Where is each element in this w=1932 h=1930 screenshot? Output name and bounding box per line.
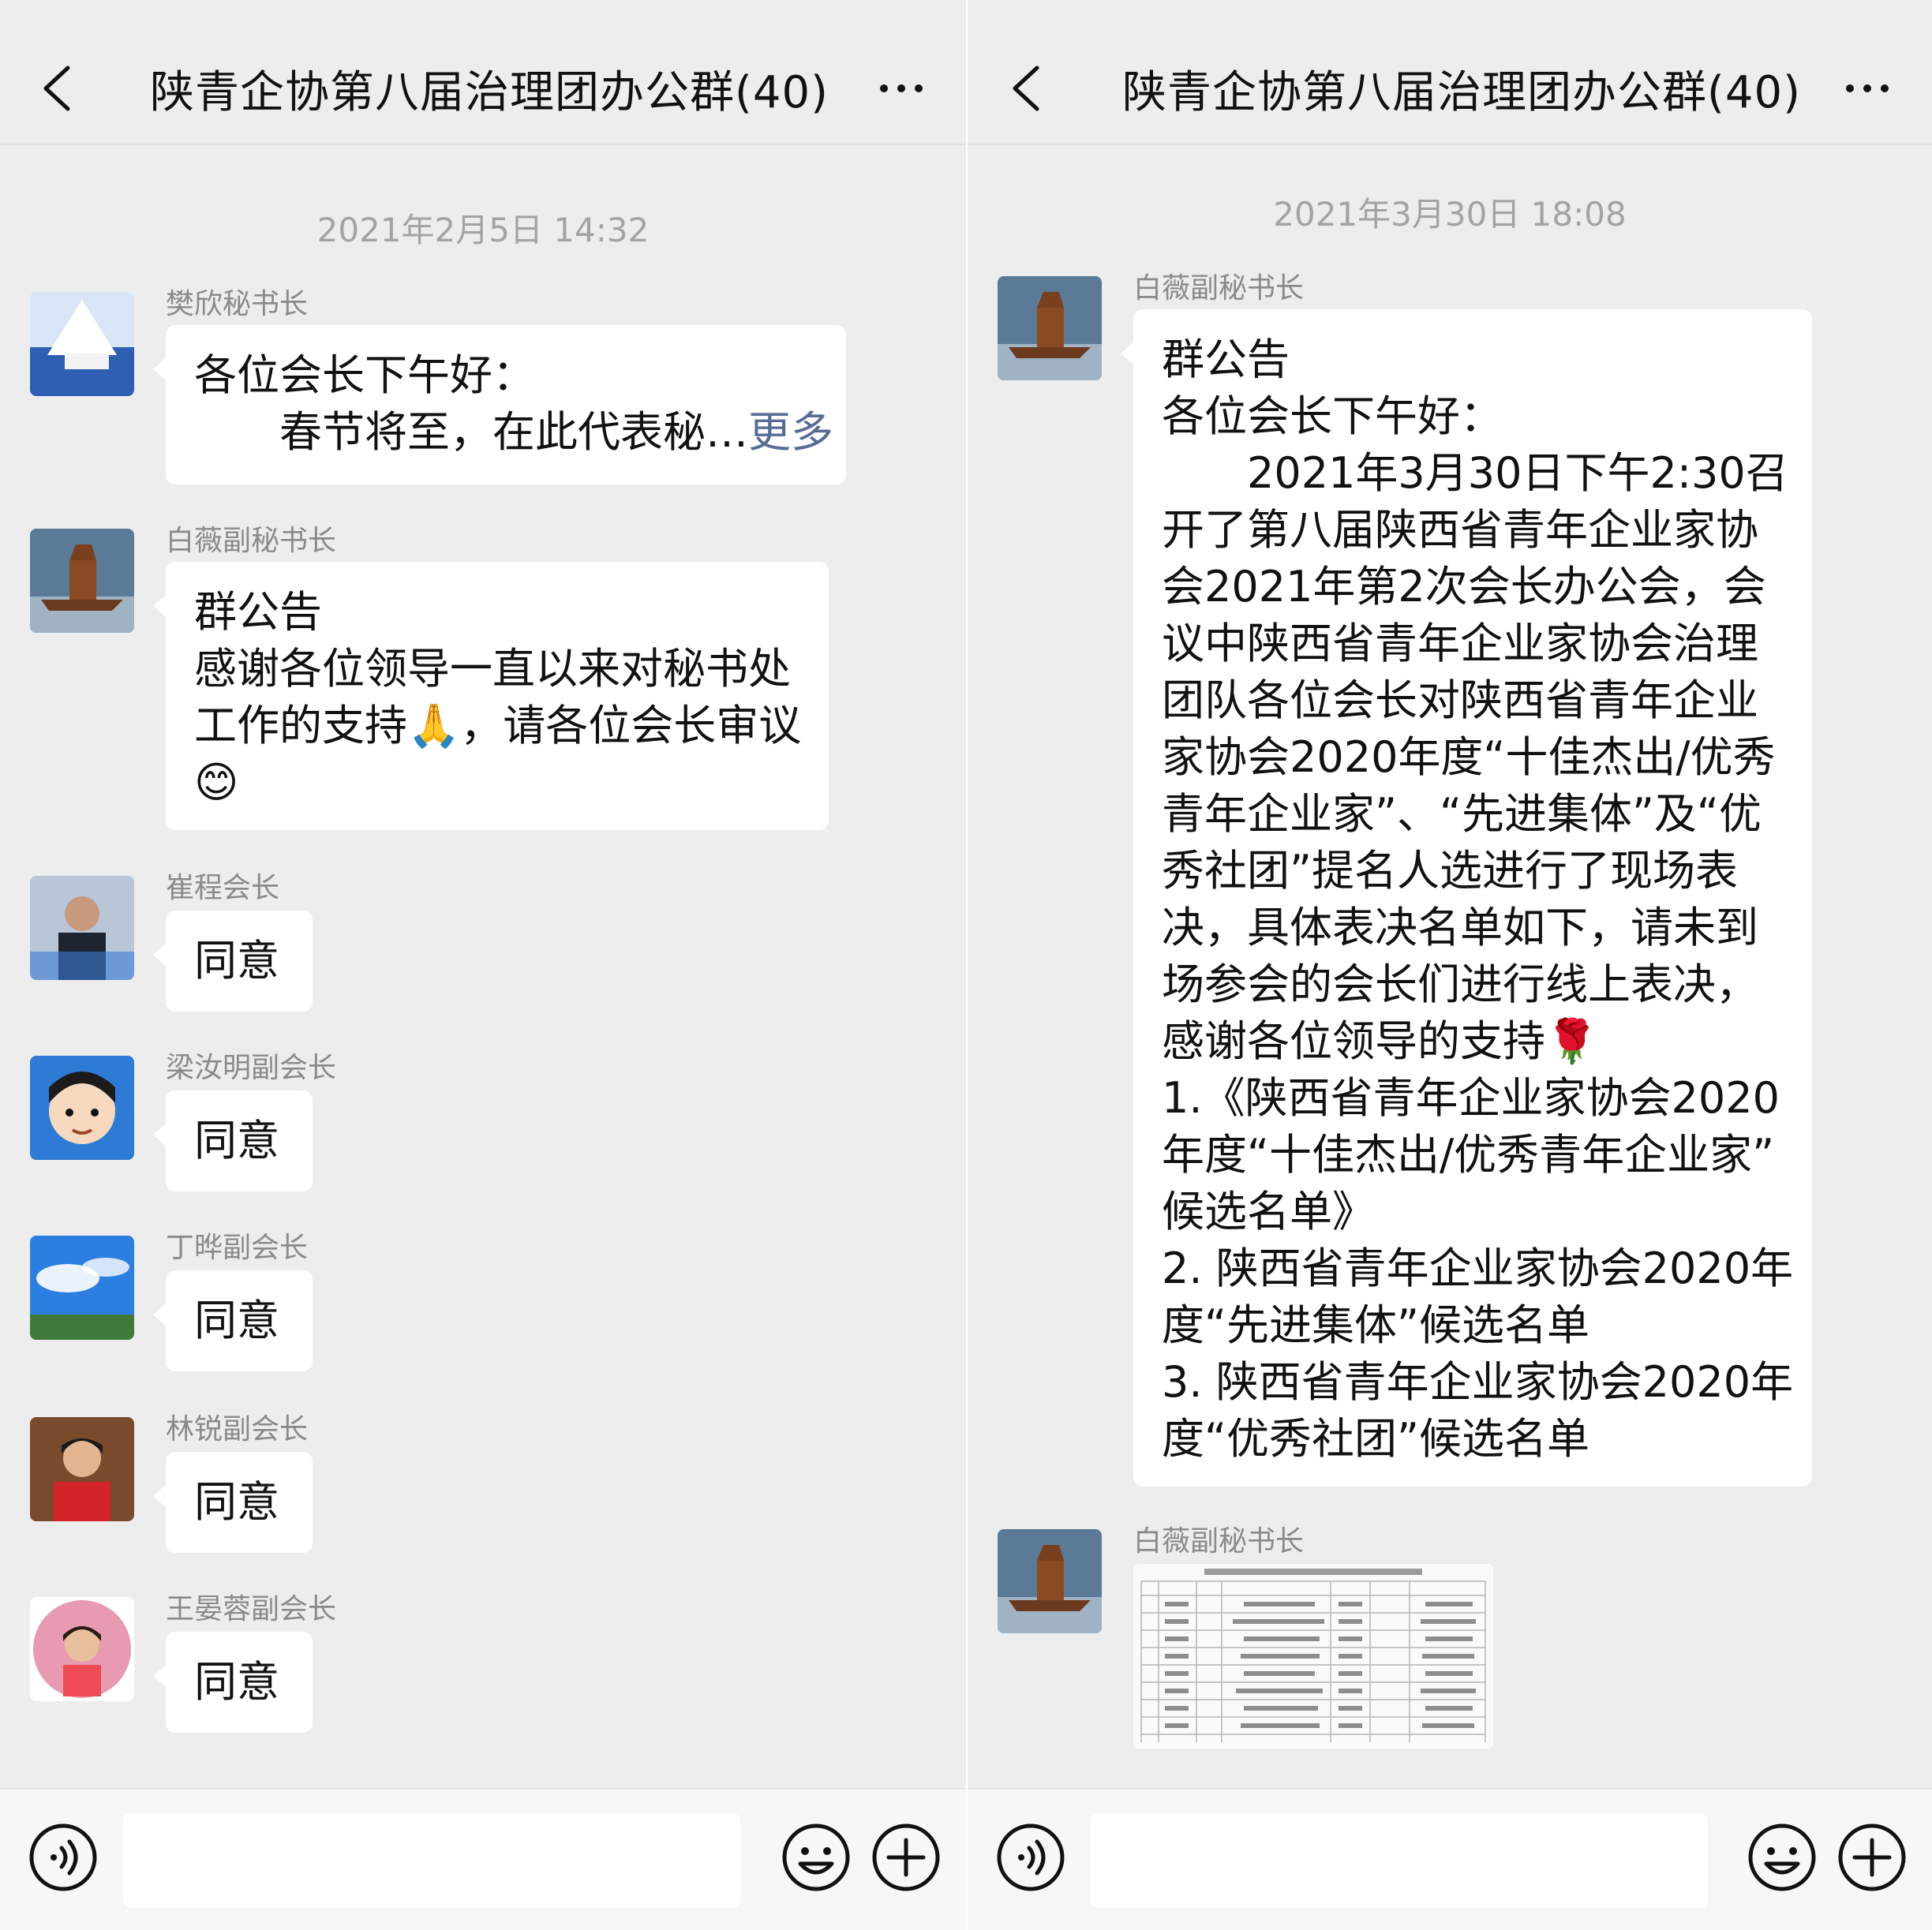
document-image-message[interactable]	[1133, 1564, 1493, 1749]
message-line: 年度“十佳杰出/优秀青年企业家”	[1162, 1130, 1775, 1180]
message-bubble[interactable]: 同意	[153, 1090, 313, 1191]
more-dots-icon[interactable]	[1844, 79, 1891, 98]
avatar-liangruming[interactable]	[30, 1056, 134, 1160]
message-timestamp: 2021年2月5日 14:32	[316, 211, 650, 249]
message-bubble[interactable]: 同意	[153, 1270, 313, 1371]
message-line: 春节将至，在此代表秘…	[194, 407, 748, 457]
ship-avatar	[30, 529, 134, 633]
message-line: 议中陕西省青年企业家协会治理	[1162, 619, 1758, 668]
ship-avatar	[998, 276, 1102, 380]
chat-header: 陕青企协第八届治理团办公群(40)	[0, 0, 966, 145]
emoji-icon[interactable]	[780, 1821, 852, 1894]
sender-name: 王晏蓉副会长	[166, 1593, 337, 1625]
crowd-photo-avatar	[30, 876, 134, 980]
message-line: 各位会长下午好：	[194, 350, 535, 400]
input-bar	[0, 1788, 966, 1930]
message-bubble[interactable]: 同意	[153, 1632, 313, 1733]
message-input[interactable]	[1091, 1813, 1708, 1908]
message-timestamp: 2021年3月30日 18:08	[1273, 195, 1627, 234]
emoji-icon[interactable]	[1746, 1821, 1818, 1894]
message-line: 青年企业家”、“先进集体”及“优	[1162, 789, 1762, 839]
message-bubble[interactable]: 同意	[153, 1452, 313, 1553]
chevron-left-icon[interactable]	[36, 63, 77, 114]
woman-flowers-avatar	[30, 1597, 134, 1701]
input-bar	[968, 1788, 1932, 1930]
message-bubble[interactable]: 群公告 感谢各位领导一直以来对秘书处 工作的支持🙏，请各位会长审议 😊	[153, 562, 829, 830]
voice-icon[interactable]	[27, 1821, 99, 1894]
message-bubble[interactable]: 同意	[153, 911, 313, 1012]
message-line: 各位会长下午好：	[1162, 391, 1503, 441]
chevron-left-icon[interactable]	[1005, 63, 1046, 114]
message-line: 家协会2020年度“十佳杰出/优秀	[1162, 732, 1776, 782]
avatar-dingye[interactable]	[30, 1236, 134, 1340]
sender-name: 林锐副会长	[166, 1413, 309, 1446]
sender-name: 丁晔副会长	[166, 1232, 309, 1264]
document-table-thumbnail	[1133, 1564, 1493, 1749]
message-bubble[interactable]: 各位会长下午好： 春节将至，在此代表秘…更多	[153, 325, 846, 484]
expand-more-link[interactable]: 更多	[748, 407, 833, 457]
chat-header: 陕青企协第八届治理团办公群(40)	[968, 0, 1932, 145]
message-line: 1.《陕西省青年企业家协会2020	[1162, 1073, 1780, 1123]
message-line: 工作的支持🙏，请各位会长审议	[194, 701, 802, 750]
message-line: 场参会的会长们进行线上表决，	[1162, 959, 1758, 1009]
announcement-bubble[interactable]: 群公告 各位会长下午好： 2021年3月30日下午2:30召 开了第八届陕西省青…	[1121, 309, 1812, 1487]
ship-avatar	[998, 1529, 1102, 1633]
avatar-linrui[interactable]	[30, 1417, 134, 1521]
message-line: 决，具体表决名单如下，请未到	[1162, 903, 1758, 952]
sender-name: 梁汝明副会长	[166, 1052, 337, 1084]
avatar-fanxin[interactable]	[30, 292, 134, 396]
plus-icon[interactable]	[870, 1821, 942, 1894]
message-line: 同意	[194, 1477, 279, 1527]
message-line: 2. 陕西省青年企业家协会2020年	[1162, 1244, 1794, 1293]
message-input[interactable]	[123, 1813, 740, 1908]
message-line: 候选名单》	[1162, 1187, 1375, 1236]
avatar-baiwei[interactable]	[998, 1529, 1102, 1633]
chat-title: 陕青企协第八届治理团办公群(40)	[1122, 67, 1801, 118]
message-line: 3. 陕西省青年企业家协会2020年	[1162, 1357, 1794, 1407]
avatar-baiwei[interactable]	[30, 529, 134, 633]
chat-title: 陕青企协第八届治理团办公群(40)	[150, 67, 829, 118]
message-line: 团队各位会长对陕西省青年企业	[1162, 675, 1758, 725]
association-stage-avatar	[30, 292, 134, 396]
message-line: 群公告	[194, 587, 322, 637]
avatar-cuicheng[interactable]	[30, 876, 134, 980]
sender-name: 崔程会长	[166, 872, 280, 904]
message-line: 同意	[194, 936, 279, 986]
message-line: 会2021年第2次会长办公会，会	[1162, 562, 1766, 612]
voice-icon[interactable]	[994, 1821, 1067, 1894]
message-line: 秀社团”提名人选进行了现场表	[1162, 846, 1738, 896]
plus-icon[interactable]	[1836, 1821, 1908, 1894]
message-line: 同意	[194, 1296, 279, 1345]
girl-photo-avatar	[30, 1417, 134, 1521]
cartoon-man-avatar	[30, 1056, 134, 1160]
message-line: 度“优秀社团”候选名单	[1162, 1414, 1589, 1464]
avatar-wangyanrong[interactable]	[30, 1597, 134, 1701]
sky-landscape-avatar	[30, 1236, 134, 1340]
message-line: 度“先进集体”候选名单	[1162, 1300, 1589, 1350]
message-line: 同意	[194, 1657, 279, 1707]
message-line: 开了第八届陕西省青年企业家协	[1162, 505, 1758, 555]
sender-name: 白薇副秘书长	[166, 525, 337, 557]
sender-name: 白薇副秘书长	[1133, 1525, 1305, 1558]
more-dots-icon[interactable]	[878, 79, 925, 98]
message-line: 感谢各位领导一直以来对秘书处	[194, 644, 791, 694]
message-line: 😊	[194, 757, 239, 807]
message-line: 感谢各位领导的支持🌹	[1162, 1016, 1599, 1066]
message-line: 群公告	[1162, 335, 1290, 384]
message-line: 2021年3月30日下午2:30召	[1162, 448, 1788, 498]
sender-name: 樊欣秘书长	[166, 288, 309, 320]
avatar-baiwei[interactable]	[998, 276, 1102, 380]
sender-name: 白薇副秘书长	[1133, 272, 1305, 305]
chat-pane-left: 陕青企协第八届治理团办公群(40) 2021年2月5日 14:32 樊欣秘书长 …	[0, 0, 966, 1930]
message-line: 同意	[194, 1116, 279, 1165]
chat-pane-right: 陕青企协第八届治理团办公群(40) 2021年3月30日 18:08 白薇副秘书…	[968, 0, 1932, 1930]
